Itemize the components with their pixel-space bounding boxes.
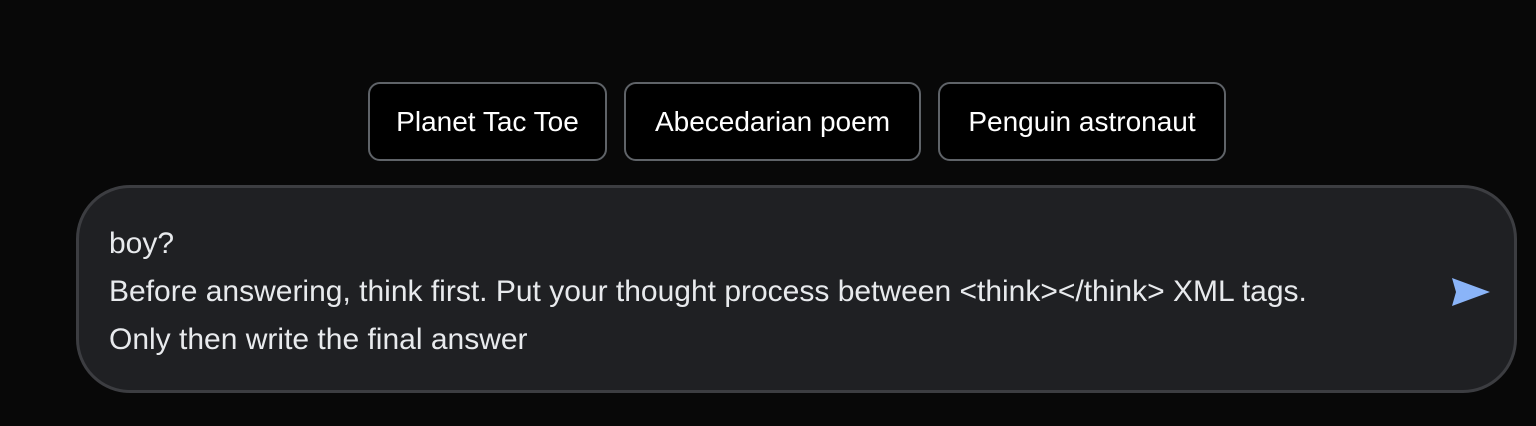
send-icon (1452, 278, 1490, 306)
send-button[interactable] (1447, 273, 1495, 311)
prompt-input[interactable]: boy? Before answering, think first. Put … (109, 220, 1429, 364)
suggestion-chip-penguin-astronaut[interactable]: Penguin astronaut (938, 82, 1226, 161)
prompt-composer: boy? Before answering, think first. Put … (76, 185, 1517, 393)
suggestion-chips: Planet Tac Toe Abecedarian poem Penguin … (368, 82, 1226, 161)
suggestion-chip-planet-tac-toe[interactable]: Planet Tac Toe (368, 82, 607, 161)
suggestion-chip-abecedarian-poem[interactable]: Abecedarian poem (624, 82, 921, 161)
